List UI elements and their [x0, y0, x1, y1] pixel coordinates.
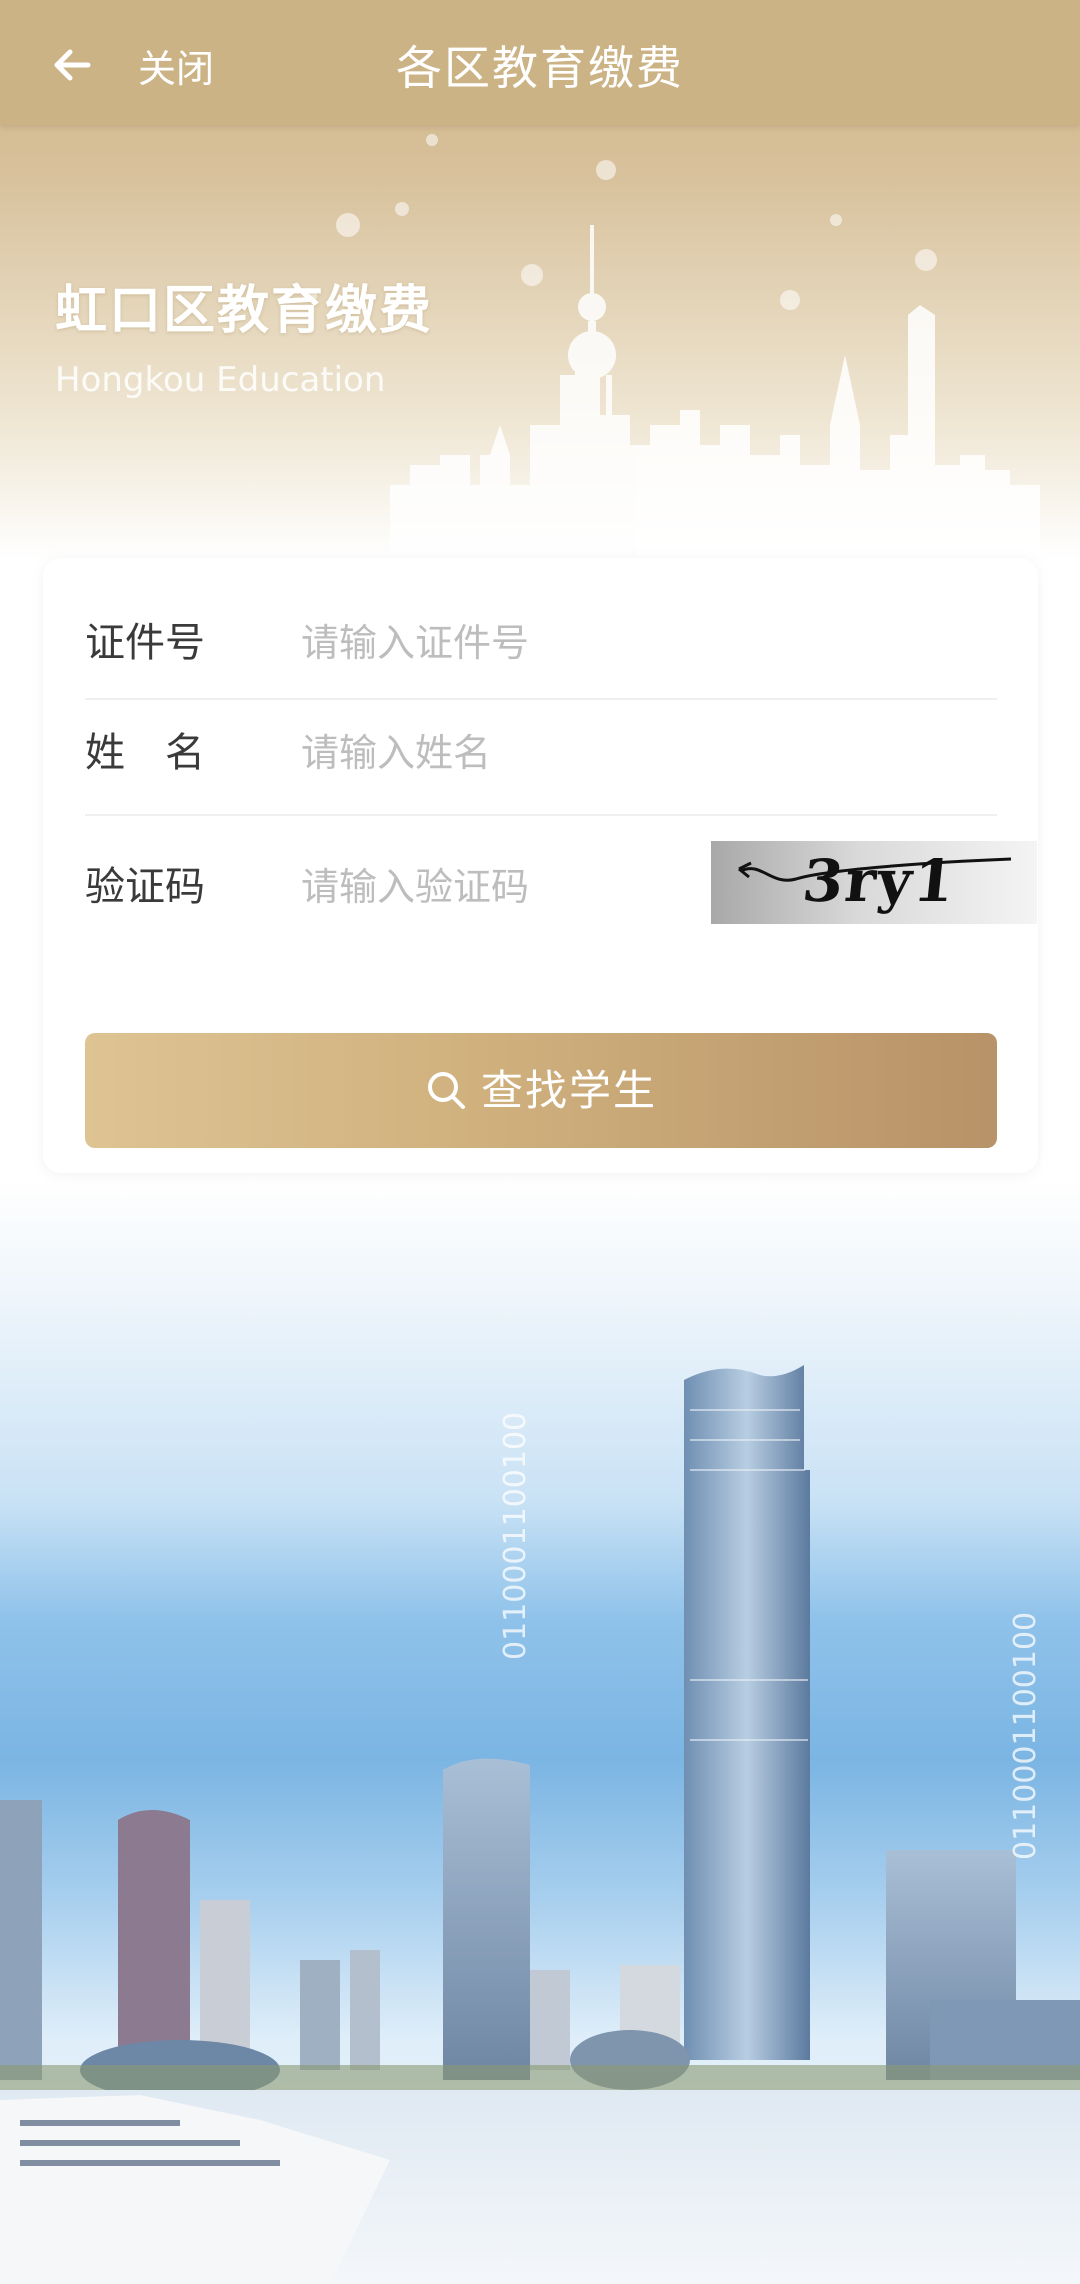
binary-decoration-left: 0110001100100: [498, 1412, 533, 1660]
captcha-text: 3ry1: [799, 847, 960, 915]
id-number-label: 证件号: [85, 620, 205, 666]
id-number-row: 证件号: [85, 588, 997, 700]
name-input[interactable]: [301, 728, 981, 778]
id-number-input[interactable]: [301, 618, 981, 668]
student-search-form: 证件号 姓 名 验证码 3ry1: [43, 558, 1038, 1173]
name-row: 姓 名: [85, 698, 997, 816]
find-student-button[interactable]: 查找学生: [85, 1033, 997, 1148]
captcha-row: 验证码 3ry1: [85, 814, 1037, 944]
top-bar: 关闭 各区教育缴费: [0, 0, 1080, 125]
find-student-button-content: 查找学生: [85, 1063, 997, 1119]
skyline-illustration: [303, 134, 1040, 575]
screen: 关闭 各区教育缴费 虹口区教育缴费 Hongkou Education 证件号 …: [0, 0, 1080, 2284]
city-illustration: 0110001100100 0110001100100: [0, 1365, 1080, 2284]
search-icon: [425, 1069, 467, 1111]
captcha-label: 验证码: [85, 864, 205, 910]
name-label: 姓 名: [85, 730, 205, 776]
district-title: 虹口区教育缴费: [55, 281, 434, 341]
captcha-input[interactable]: [301, 862, 661, 912]
binary-decoration-right: 0110001100100: [1008, 1612, 1043, 1860]
find-student-label: 查找学生: [480, 1066, 657, 1115]
page-title: 各区教育缴费: [396, 41, 684, 95]
district-subtitle: Hongkou Education: [55, 360, 386, 400]
captcha-image[interactable]: 3ry1: [711, 841, 1037, 924]
